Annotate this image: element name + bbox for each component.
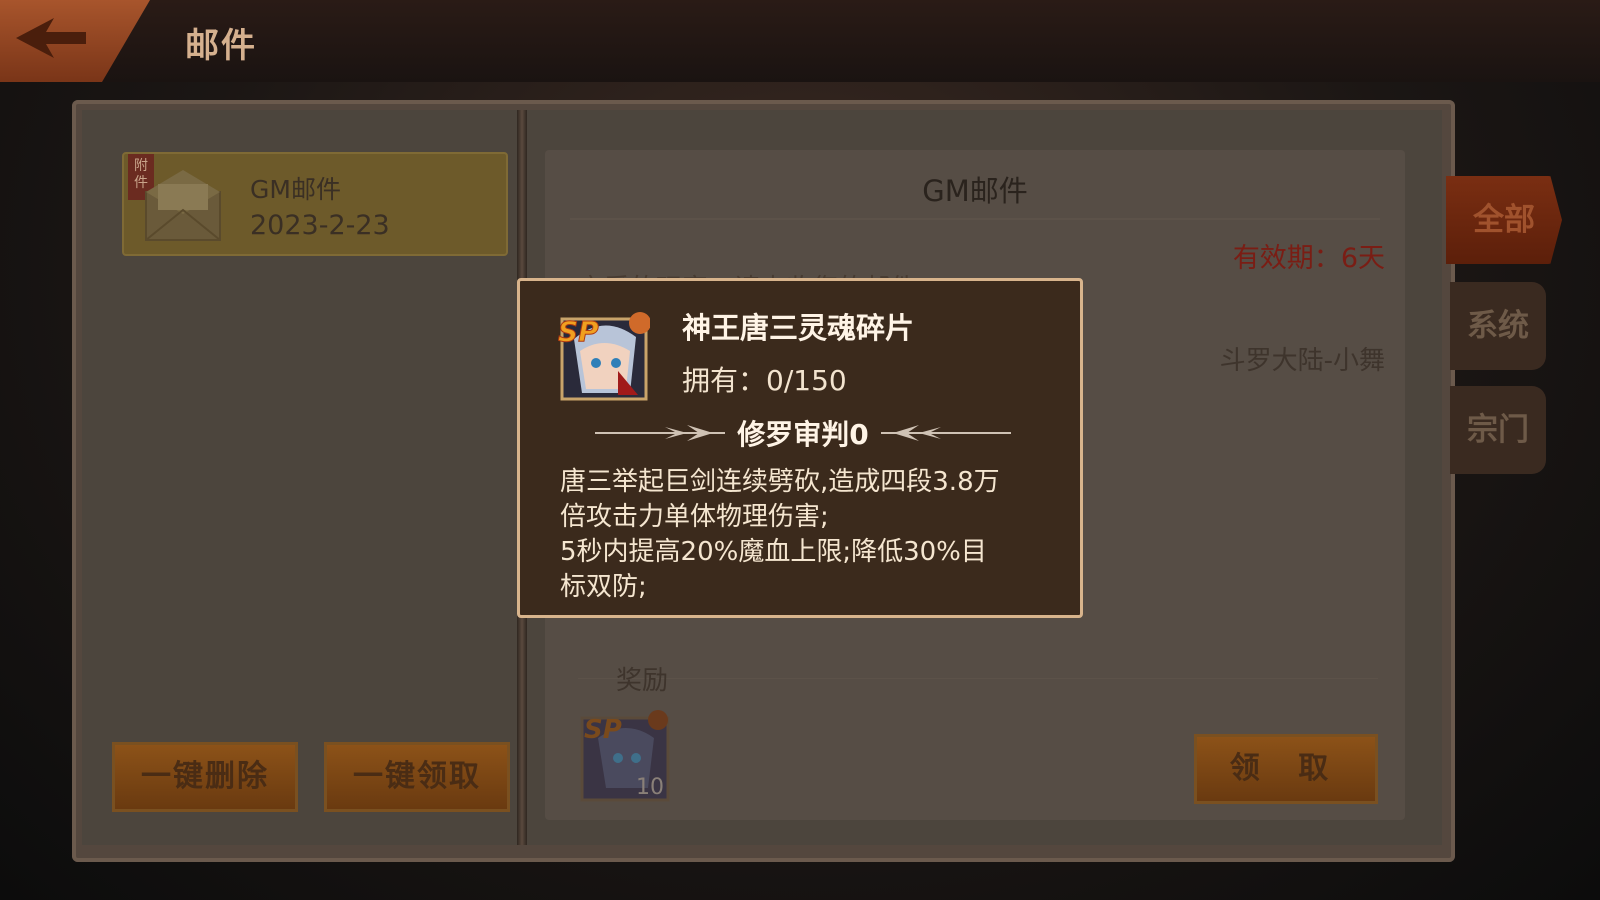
item-description: 唐三举起巨剑连续劈砍,造成四段3.8万 倍攻击力单体物理伤害; 5秒内提高20%… (560, 465, 1050, 605)
reward-label: 奖励 (616, 666, 669, 696)
tab-sect[interactable]: 宗门 (1450, 386, 1546, 474)
soul-fragment-icon: SP (558, 312, 650, 401)
validity: 有效期：6天 (1233, 236, 1385, 275)
svg-text:SP: SP (584, 715, 622, 745)
delete-all-button[interactable]: 一键删除 (112, 742, 298, 812)
tab-all[interactable]: 全部 (1446, 176, 1562, 264)
tab-system[interactable]: 系统 (1450, 282, 1546, 370)
mail-list-item[interactable]: 附件 GM邮件 2023-2-23 (122, 152, 508, 256)
item-name: 神王唐三灵魂碎片 (682, 311, 915, 345)
item-owned: 拥有：0/150 (682, 359, 847, 399)
description-line: 标双防; (560, 572, 647, 602)
description-line: 唐三举起巨剑连续劈砍,造成四段3.8万 (560, 467, 1000, 497)
item-tooltip: SP 神王唐三灵魂碎片 拥有：0/150 修罗审判0 唐三举起巨剑连续劈砍,造成… (517, 278, 1083, 618)
reward-divider (578, 678, 1378, 679)
description-line: 5秒内提高20%魔血上限;降低30%目 (560, 537, 987, 567)
envelope-icon (145, 170, 221, 241)
claim-all-button[interactable]: 一键领取 (324, 742, 510, 812)
owned-label: 拥有： (682, 364, 767, 397)
ornament-right-icon (881, 425, 1011, 441)
skill-row: 修罗审判0 (595, 413, 1011, 453)
page-title: 邮件 (185, 26, 257, 66)
reward-count: 10 (636, 775, 664, 800)
top-bar: 邮件 (0, 0, 1600, 82)
detail-divider (570, 218, 1380, 220)
validity-label: 有效期： (1232, 243, 1341, 274)
mail-screen: 邮件 附件 GM邮件 2023-2-23 一键删除 一键领取 GM邮件 有效期：… (0, 0, 1600, 900)
back-button[interactable] (0, 0, 150, 82)
sp-badge: SP (558, 315, 599, 348)
mail-date: 2023-2-23 (250, 210, 390, 241)
validity-value: 6天 (1340, 243, 1385, 274)
claim-button[interactable]: 领 取 (1194, 734, 1378, 804)
mail-sender: 斗罗大陆-小舞 (1219, 346, 1385, 376)
description-line: 倍攻击力单体物理伤害; (560, 502, 829, 532)
mail-title: GM邮件 (250, 175, 341, 204)
owned-value: 0/150 (766, 364, 847, 397)
back-arrow-icon (16, 18, 86, 58)
detail-title: GM邮件 (922, 174, 1028, 208)
